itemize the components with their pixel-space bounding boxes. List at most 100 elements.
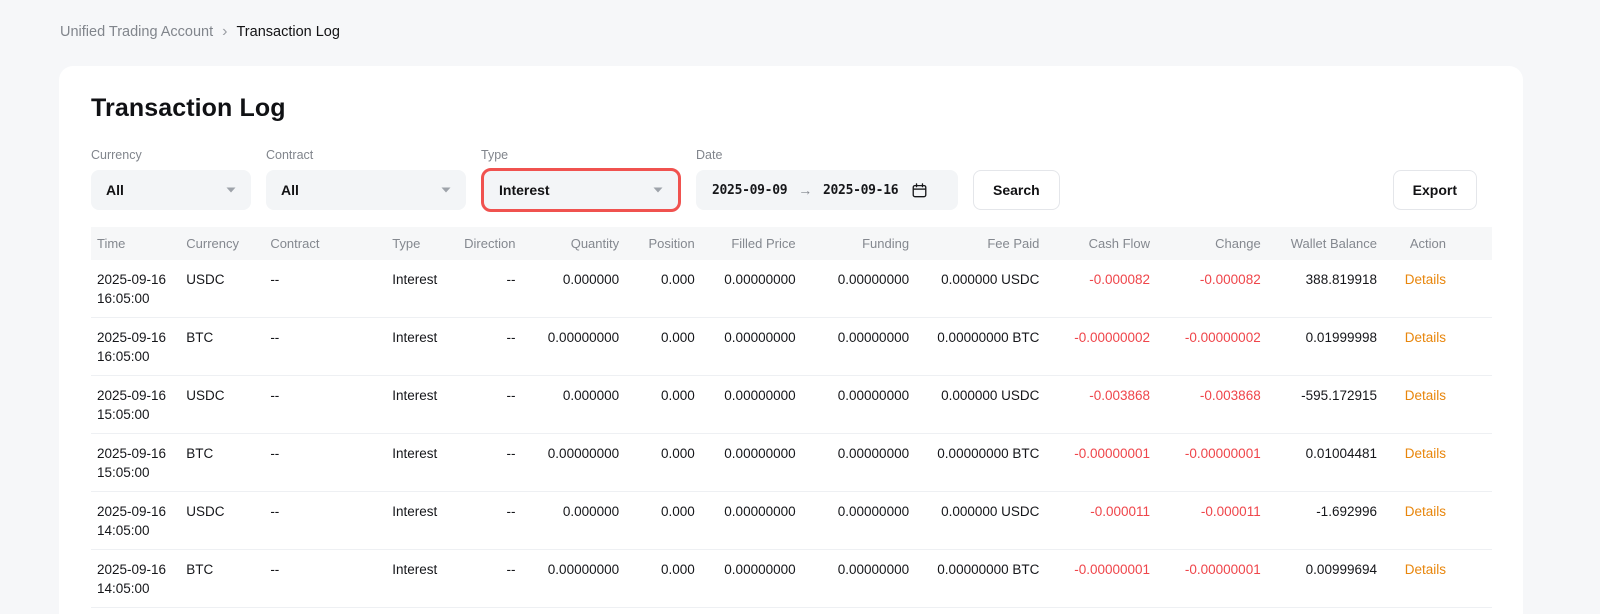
contract-select[interactable]: All (266, 170, 466, 210)
table-row: 2025-09-1616:05:00BTC--Interest--0.00000… (91, 318, 1492, 376)
transaction-table: TimeCurrencyContractTypeDirectionQuantit… (91, 227, 1492, 608)
cell-time: 2025-09-1614:05:00 (91, 492, 186, 550)
cell-wallet_balance: 0.01004481 (1261, 434, 1377, 492)
table-row: 2025-09-1615:05:00BTC--Interest--0.00000… (91, 434, 1492, 492)
cell-action: Details (1377, 318, 1492, 376)
cell-funding: 0.00000000 (796, 492, 909, 550)
cell-time-line: 14:05:00 (97, 521, 186, 540)
cell-contract: -- (270, 492, 392, 550)
cell-date-line: 2025-09-16 (97, 560, 186, 579)
cell-cash_flow: -0.003868 (1039, 376, 1150, 434)
cell-funding: 0.00000000 (796, 260, 909, 318)
details-link[interactable]: Details (1405, 446, 1446, 461)
filters-bar: Currency All Contract All Type Interest (91, 148, 1492, 210)
column-header-fee_paid: Fee Paid (909, 227, 1039, 260)
cell-position: 0.000 (619, 492, 695, 550)
currency-select[interactable]: All (91, 170, 251, 210)
column-header-time: Time (91, 227, 186, 260)
cell-position: 0.000 (619, 434, 695, 492)
column-header-type: Type (392, 227, 455, 260)
cell-date-line: 2025-09-16 (97, 270, 186, 289)
cell-type: Interest (392, 376, 455, 434)
cell-time-line: 14:05:00 (97, 579, 186, 598)
type-select[interactable]: Interest (481, 168, 681, 212)
cell-date-line: 2025-09-16 (97, 502, 186, 521)
details-link[interactable]: Details (1405, 330, 1446, 345)
details-link[interactable]: Details (1405, 388, 1446, 403)
cell-date-line: 2025-09-16 (97, 328, 186, 347)
table-header-row: TimeCurrencyContractTypeDirectionQuantit… (91, 227, 1492, 260)
transaction-log-card: Transaction Log Currency All Contract Al… (59, 66, 1523, 614)
cell-wallet_balance: -1.692996 (1261, 492, 1377, 550)
date-end-value: 2025-09-16 (823, 183, 898, 198)
export-group: Export (1393, 148, 1477, 210)
contract-select-value: All (281, 182, 299, 198)
cell-quantity: 0.00000000 (515, 434, 619, 492)
table-row: 2025-09-1614:05:00USDC--Interest--0.0000… (91, 492, 1492, 550)
cell-action: Details (1377, 434, 1492, 492)
cell-fee_paid: 0.00000000 BTC (909, 550, 1039, 608)
calendar-icon (911, 182, 928, 199)
cell-currency: USDC (186, 376, 270, 434)
cell-wallet_balance: 0.00999694 (1261, 550, 1377, 608)
cell-change: -0.000082 (1150, 260, 1261, 318)
cell-funding: 0.00000000 (796, 434, 909, 492)
cell-direction: -- (455, 318, 515, 376)
cell-contract: -- (270, 376, 392, 434)
currency-filter-label: Currency (91, 148, 251, 162)
type-filter-label: Type (481, 148, 681, 162)
cell-currency: BTC (186, 434, 270, 492)
details-link[interactable]: Details (1405, 504, 1446, 519)
type-filter-group: Type Interest (481, 148, 681, 210)
cell-type: Interest (392, 492, 455, 550)
cell-time: 2025-09-1615:05:00 (91, 376, 186, 434)
cell-date-line: 2025-09-16 (97, 444, 186, 463)
column-header-change: Change (1150, 227, 1261, 260)
date-filter-group: Date 2025-09-09 → 2025-09-16 (696, 148, 958, 210)
cell-time: 2025-09-1615:05:00 (91, 434, 186, 492)
search-button[interactable]: Search (973, 170, 1060, 210)
cell-fee_paid: 0.00000000 BTC (909, 318, 1039, 376)
cell-wallet_balance: 388.819918 (1261, 260, 1377, 318)
details-link[interactable]: Details (1405, 562, 1446, 577)
cell-position: 0.000 (619, 550, 695, 608)
cell-cash_flow: -0.000082 (1039, 260, 1150, 318)
cell-direction: -- (455, 434, 515, 492)
cell-cash_flow: -0.000011 (1039, 492, 1150, 550)
breadcrumb-separator-icon: › (222, 25, 227, 39)
cell-quantity: 0.000000 (515, 492, 619, 550)
column-header-direction: Direction (455, 227, 515, 260)
cell-change: -0.003868 (1150, 376, 1261, 434)
cell-quantity: 0.000000 (515, 260, 619, 318)
cell-action: Details (1377, 550, 1492, 608)
cell-contract: -- (270, 318, 392, 376)
cell-time-line: 15:05:00 (97, 405, 186, 424)
cell-change: -0.00000001 (1150, 434, 1261, 492)
cell-direction: -- (455, 376, 515, 434)
cell-quantity: 0.00000000 (515, 550, 619, 608)
cell-contract: -- (270, 434, 392, 492)
cell-currency: USDC (186, 492, 270, 550)
table-row: 2025-09-1616:05:00USDC--Interest--0.0000… (91, 260, 1492, 318)
cell-funding: 0.00000000 (796, 550, 909, 608)
column-header-contract: Contract (270, 227, 392, 260)
cell-direction: -- (455, 550, 515, 608)
breadcrumb-current: Transaction Log (236, 24, 339, 40)
cell-time-line: 16:05:00 (97, 289, 186, 308)
chevron-down-icon (441, 187, 451, 193)
table-row: 2025-09-1614:05:00BTC--Interest--0.00000… (91, 550, 1492, 608)
cell-change: -0.00000002 (1150, 318, 1261, 376)
cell-fee_paid: 0.00000000 BTC (909, 434, 1039, 492)
currency-select-value: All (106, 182, 124, 198)
cell-fee_paid: 0.000000 USDC (909, 376, 1039, 434)
cell-time: 2025-09-1616:05:00 (91, 260, 186, 318)
breadcrumb-parent-link[interactable]: Unified Trading Account (60, 24, 213, 40)
currency-filter-group: Currency All (91, 148, 251, 210)
details-link[interactable]: Details (1405, 272, 1446, 287)
date-range-picker[interactable]: 2025-09-09 → 2025-09-16 (696, 170, 958, 210)
cell-action: Details (1377, 492, 1492, 550)
cell-direction: -- (455, 492, 515, 550)
export-button[interactable]: Export (1393, 170, 1477, 210)
cell-action: Details (1377, 376, 1492, 434)
cell-filled_price: 0.00000000 (695, 492, 796, 550)
